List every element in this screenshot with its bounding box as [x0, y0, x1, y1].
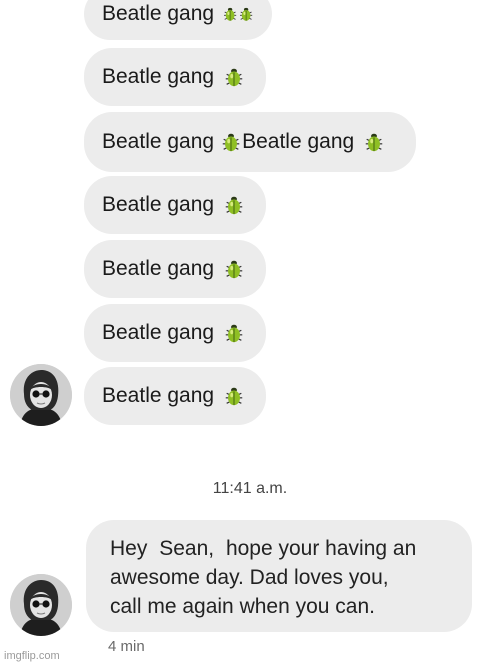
message-text: Beatle gang — [102, 2, 215, 25]
message-text: hope your having an — [225, 537, 417, 560]
message-bubble[interactable]: Hey Sean, hope your having an awesome da… — [86, 520, 472, 632]
message-text: Beatle gang — [102, 193, 215, 216]
watermark: imgflip.com — [4, 650, 60, 662]
message-bubble[interactable]: Beatle gang — [84, 304, 266, 362]
message-line: call me again when you can. — [110, 595, 375, 618]
beetle-emoji-icon — [238, 3, 254, 25]
message-text: Beatle gang — [242, 130, 355, 153]
greeting-text: Hey — [110, 537, 148, 560]
message-text: Beatle gang — [102, 384, 215, 407]
message-bubble[interactable]: Beatle gang — [84, 176, 266, 234]
beetle-emoji-icon — [223, 66, 245, 88]
message-bubble[interactable]: Beatle gang — [84, 0, 272, 40]
message-text: Beatle gang — [102, 130, 215, 153]
message-text: Beatle gang — [102, 321, 215, 344]
john-lennon-avatar-icon — [10, 364, 72, 426]
message-bubble[interactable]: Beatle gang — [84, 367, 266, 425]
sender-avatar[interactable] — [10, 574, 72, 636]
beetle-emoji-icon — [222, 3, 238, 25]
sender-avatar[interactable] — [10, 364, 72, 426]
john-lennon-avatar-icon — [10, 574, 72, 636]
message-bubble[interactable]: Beatle gang — [84, 48, 266, 106]
message-bubble[interactable]: Beatle gang — [84, 240, 266, 298]
beetle-emoji-icon — [223, 194, 245, 216]
beetle-emoji-icon — [223, 322, 245, 344]
time-ago: 4 min — [108, 638, 145, 655]
beetle-emoji-icon — [220, 131, 242, 153]
message-line: awesome day. Dad loves you, — [110, 566, 389, 589]
message-timestamp: 11:41 a.m. — [212, 480, 288, 497]
beetle-emoji-icon — [223, 258, 245, 280]
message-bubble[interactable]: Beatle gang Beatle gang — [84, 112, 416, 172]
message-line: Hey Sean, hope your having an — [110, 534, 452, 563]
recipient-name: Sean, — [159, 537, 215, 560]
beetle-emoji-icon — [223, 385, 245, 407]
message-text: Beatle gang — [102, 257, 215, 280]
message-text: Beatle gang — [102, 65, 215, 88]
beetle-emoji-icon — [363, 131, 385, 153]
